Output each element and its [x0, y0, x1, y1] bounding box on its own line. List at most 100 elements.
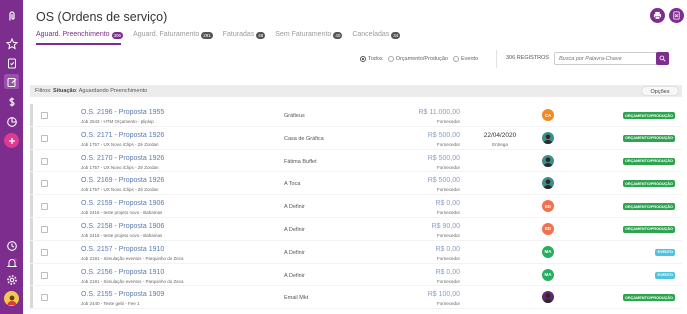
- os-title-link[interactable]: O.S. 2159 - Proposta 1906: [81, 200, 164, 207]
- os-title-link[interactable]: O.S. 2170 - Proposta 1926: [81, 155, 164, 162]
- price-label: Fornecedor: [436, 141, 460, 147]
- os-table: O.S. 2196 - Proposta 1955 Job 2543 - HTM …: [30, 104, 682, 310]
- price-label: Fornecedor: [436, 187, 460, 193]
- radio-dot[interactable]: [387, 56, 394, 62]
- search-button[interactable]: [656, 52, 669, 65]
- status-badge: EVENTO: [655, 248, 675, 256]
- avatar[interactable]: ED: [542, 222, 554, 235]
- table-row[interactable]: O.S. 2169 - Proposta 1926 Job 1757 - UX N…: [30, 172, 682, 196]
- row-checkbox[interactable]: [41, 157, 48, 165]
- avatar[interactable]: [542, 177, 554, 190]
- radio-todos[interactable]: Todos: [360, 56, 383, 62]
- tab-label: Aguard. Faturamento: [133, 31, 200, 38]
- star-icon[interactable]: [4, 36, 19, 51]
- avatar[interactable]: [542, 154, 554, 167]
- row-checkbox[interactable]: [41, 203, 48, 211]
- os-title-link[interactable]: O.S. 2171 - Proposta 1926: [81, 132, 164, 139]
- clock-icon[interactable]: [4, 238, 19, 253]
- supplier-name: A Definir: [284, 204, 305, 211]
- os-title-link[interactable]: O.S. 2169 - Proposta 1926: [81, 177, 164, 184]
- row-stripe: [30, 286, 33, 309]
- print-icon[interactable]: [650, 8, 665, 23]
- price-value: R$ 0,00: [435, 245, 460, 253]
- os-title-link[interactable]: O.S. 2158 - Proposta 1906: [81, 223, 164, 230]
- tab-aguard-faturamento[interactable]: Aguard. Faturamento 291: [133, 31, 213, 45]
- row-stripe: [30, 263, 33, 286]
- price-label: Fornecedor: [436, 119, 460, 124]
- radio-evento[interactable]: Evento: [452, 56, 478, 62]
- plus-icon[interactable]: [4, 133, 19, 148]
- avatar-icon[interactable]: [4, 291, 19, 306]
- table-row[interactable]: O.S. 2158 - Proposta 1906 Job 2416 - test…: [30, 217, 682, 241]
- price-label: Fornecedor: [436, 255, 460, 261]
- avatar[interactable]: [542, 131, 554, 144]
- row-stripe: [30, 195, 33, 217]
- job-description: Job 2543 - HTM Orçamento - pliplop: [81, 119, 154, 124]
- price-label: Fornecedor: [436, 210, 460, 216]
- radio-orcamento-producao[interactable]: Orçamento/Produção: [387, 56, 448, 62]
- options-button[interactable]: Opções: [641, 86, 679, 96]
- tab-sem-faturamento[interactable]: Sem Faturamento 40: [275, 31, 343, 45]
- table-row[interactable]: O.S. 2170 - Proposta 1926 Job 1757 - UX N…: [30, 149, 682, 173]
- export-icon[interactable]: [669, 8, 684, 23]
- radio-dot[interactable]: [360, 56, 366, 62]
- status-badge: ORÇAMENTO/PRODUÇÃO: [622, 225, 675, 233]
- supplier-name: A Definir: [284, 249, 305, 256]
- edit-icon[interactable]: [4, 74, 19, 89]
- row-checkbox[interactable]: [41, 294, 48, 302]
- active-tab-indicator: [36, 43, 121, 45]
- row-checkbox[interactable]: [41, 180, 48, 188]
- tab-faturadas[interactable]: Faturadas 48: [223, 31, 266, 45]
- row-checkbox[interactable]: [41, 112, 48, 119]
- status-badge: ORÇAMENTO/PRODUÇÃO: [622, 203, 675, 211]
- os-title-link[interactable]: O.S. 2156 - Proposta 1910: [81, 269, 164, 276]
- os-title-link[interactable]: O.S. 2155 - Proposta 1909: [81, 291, 164, 298]
- price-value: R$ 100,00: [427, 291, 460, 299]
- search-input[interactable]: [554, 52, 658, 65]
- table-row[interactable]: O.S. 2156 - Proposta 1910 Job 2181 - Simu…: [30, 263, 682, 287]
- job-description: Job 1757 - UX Novo iClips - Zé Zordan: [81, 141, 159, 147]
- supplier-name: Casa de Gráfica: [284, 135, 324, 142]
- os-title-link[interactable]: O.S. 2196 - Proposta 1955: [81, 109, 164, 116]
- price-value: R$ 500,00: [427, 177, 460, 185]
- status-badge: ORÇAMENTO/PRODUÇÃO: [622, 134, 675, 142]
- status-badge: ORÇAMENTO/PRODUÇÃO: [622, 180, 675, 188]
- avatar[interactable]: MA: [542, 245, 554, 258]
- job-description: Job 1757 - UX Novo iClips - Zé Zordan: [81, 187, 159, 193]
- logo-icon[interactable]: [4, 8, 19, 23]
- filter-key: Situação: [53, 88, 76, 94]
- avatar[interactable]: MA: [542, 268, 554, 281]
- os-title-link[interactable]: O.S. 2157 - Proposta 1910: [81, 246, 164, 253]
- filter-summary: Filtros: Situação: Aguardando Preenchime…: [35, 88, 147, 94]
- table-row[interactable]: O.S. 2155 - Proposta 1909 Job 2440 - Test…: [30, 286, 682, 310]
- chart-icon[interactable]: [4, 114, 19, 129]
- price-value: R$ 500,00: [427, 154, 460, 162]
- job-description: Job 2181 - Simulação eventos - Parquinho…: [81, 255, 184, 261]
- row-checkbox[interactable]: [41, 225, 48, 233]
- row-stripe: [30, 172, 33, 195]
- table-row[interactable]: O.S. 2196 - Proposta 1955 Job 2543 - HTM …: [30, 104, 682, 127]
- avatar[interactable]: CA: [542, 109, 554, 121]
- tab-canceladas[interactable]: Canceladas 34: [352, 31, 401, 45]
- dollar-icon[interactable]: [4, 94, 19, 109]
- supplier-name: A Toca: [284, 181, 301, 188]
- clipboard-icon[interactable]: [4, 55, 19, 70]
- table-row[interactable]: O.S. 2157 - Proposta 1910 Job 2181 - Simu…: [30, 240, 682, 264]
- row-stripe: [30, 126, 33, 149]
- avatar[interactable]: [542, 291, 554, 304]
- job-description: Job 1757 - UX Novo iClips - Zé Zordan: [81, 164, 159, 170]
- avatar[interactable]: ED: [542, 200, 554, 213]
- bell-icon[interactable]: [4, 255, 19, 270]
- row-stripe: [30, 240, 33, 263]
- row-checkbox[interactable]: [41, 271, 48, 279]
- gear-icon[interactable]: [4, 272, 19, 287]
- search-icon: [659, 55, 666, 62]
- table-row[interactable]: O.S. 2171 - Proposta 1926 Job 1757 - UX N…: [30, 126, 682, 150]
- status-badge: EVENTO: [655, 271, 675, 279]
- row-checkbox[interactable]: [41, 134, 48, 142]
- table-row[interactable]: O.S. 2159 - Proposta 1906 Job 2416 - test…: [30, 195, 682, 218]
- status-badge: ORÇAMENTO/PRODUÇÃO: [622, 294, 675, 302]
- radio-dot[interactable]: [452, 56, 459, 62]
- tab-count-badge: 40: [333, 32, 343, 39]
- row-checkbox[interactable]: [41, 248, 48, 256]
